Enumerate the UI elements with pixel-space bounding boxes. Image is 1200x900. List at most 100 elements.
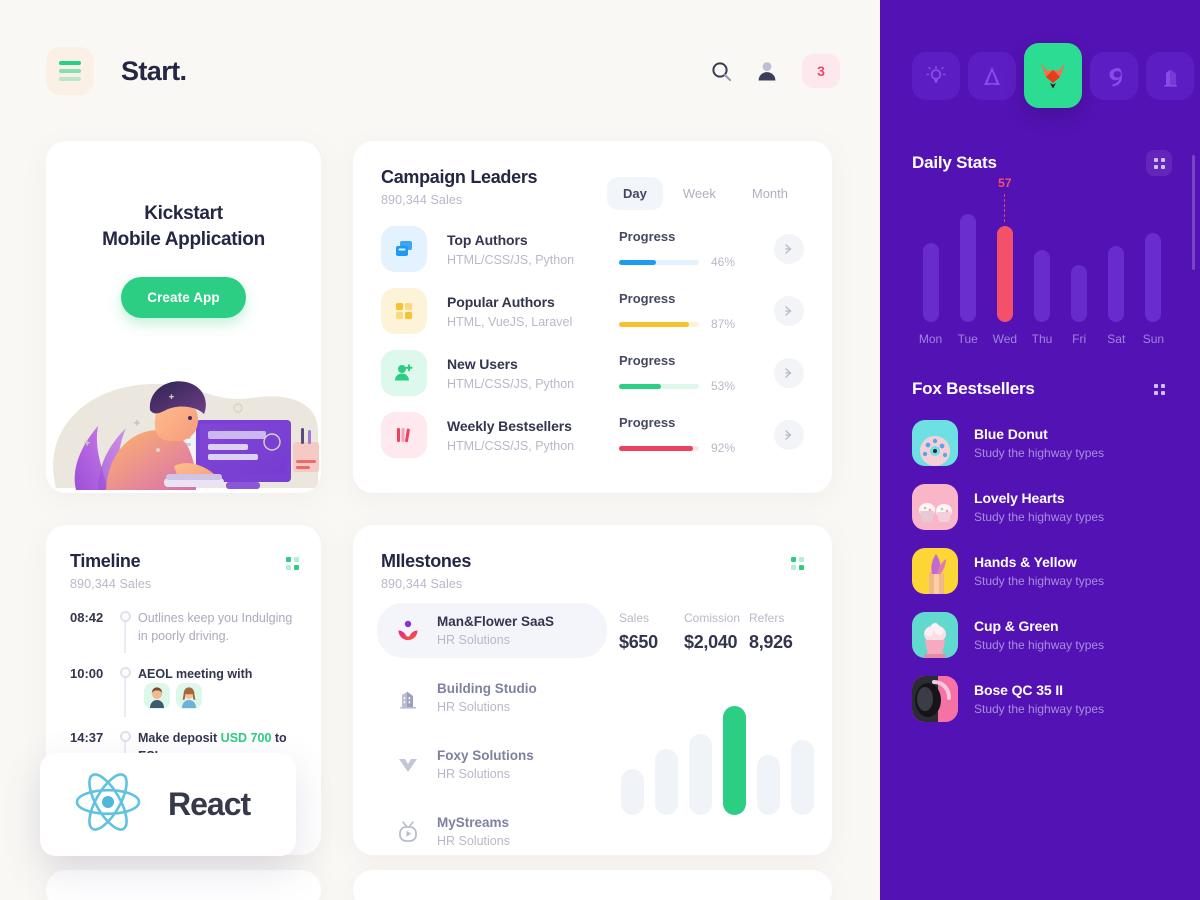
campaign-row-name: Popular Authors — [447, 293, 555, 310]
campaign-row[interactable]: New Users HTML/CSS/JS, Python Progress 5… — [381, 350, 804, 396]
daily-stats-bar[interactable] — [1033, 250, 1050, 322]
react-badge-card[interactable]: React — [40, 753, 296, 856]
daily-stats-bar-column — [912, 192, 949, 322]
arch-logo-icon[interactable] — [968, 52, 1016, 100]
list-item[interactable]: Building Studio HR Solutions — [377, 670, 607, 725]
daily-stats-bar[interactable] — [922, 243, 939, 322]
daily-stats-bar[interactable] — [1071, 265, 1088, 322]
hamburger-menu-icon[interactable] — [46, 47, 94, 95]
bestseller-sub: Study the highway types — [974, 702, 1105, 716]
daily-stats-bar-column — [1098, 192, 1135, 322]
milestone-labels: Foxy Solutions HR Solutions — [437, 748, 534, 781]
nine-spiral-icon[interactable] — [1090, 52, 1138, 100]
milestones-header: MIlestones 890,344 Sales — [377, 551, 804, 591]
chevron-right-icon[interactable] — [774, 296, 804, 326]
campaign-row-progress: Progress 53% — [619, 353, 759, 393]
bestseller-sub: Study the highway types — [974, 638, 1105, 652]
milestones-bar[interactable] — [757, 755, 780, 815]
bestseller-info: Bose QC 35 II Study the highway types — [974, 682, 1104, 716]
milestones-subtitle: 890,344 Sales — [381, 577, 463, 591]
daily-stats-bar[interactable] — [959, 214, 976, 322]
progress-line: 87% — [619, 317, 759, 331]
bestseller-info: Cup & Green Study the highway types — [974, 618, 1104, 652]
list-item[interactable]: Lovely Hearts Study the highway types — [912, 484, 1172, 530]
app-switcher — [912, 43, 1194, 108]
kickstart-title: Kickstart Mobile Application — [46, 141, 321, 253]
timeline-title: Timeline — [70, 551, 141, 571]
campaign-row[interactable]: Weekly Bestsellers HTML/CSS/JS, Python P… — [381, 412, 804, 458]
milestone-name: Building Studio — [437, 681, 537, 696]
list-item[interactable]: 10:00 AEOL meeting with — [70, 665, 299, 729]
chevron-right-icon[interactable] — [774, 420, 804, 450]
milestones-bar[interactable] — [791, 740, 814, 815]
chevron-right-icon[interactable] — [774, 234, 804, 264]
daily-stats-header: Daily Stats — [912, 150, 1172, 176]
progress-percent: 46% — [711, 255, 736, 269]
dots-grid-icon[interactable] — [791, 557, 804, 570]
milestone-labels: MyStreams HR Solutions — [437, 815, 510, 848]
tab-day[interactable]: Day — [607, 177, 663, 210]
daily-stats-bar-column — [1135, 192, 1172, 322]
tab-week[interactable]: Week — [667, 177, 732, 210]
progress-fill — [619, 321, 689, 327]
list-item[interactable]: Bose QC 35 II Study the highway types — [912, 676, 1172, 722]
bestseller-name: Bose QC 35 II — [974, 682, 1063, 698]
list-item[interactable]: Foxy Solutions HR Solutions — [377, 737, 607, 792]
daily-stats-day-label: Sun — [1142, 332, 1165, 346]
list-item[interactable]: Cup & Green Study the highway types — [912, 612, 1172, 658]
daily-stats-day-label: Tue — [957, 332, 978, 346]
progress-label: Progress — [619, 229, 676, 244]
campaign-row-progress: Progress 46% — [619, 229, 759, 269]
tab-month[interactable]: Month — [736, 177, 804, 210]
grid-squares-icon — [381, 288, 427, 334]
campaign-row[interactable]: Top Authors HTML/CSS/JS, Python Progress… — [381, 226, 804, 272]
campaign-row[interactable]: Popular Authors HTML, VueJS, Laravel Pro… — [381, 288, 804, 334]
progress-track — [619, 445, 699, 451]
chevron-right-icon[interactable] — [774, 358, 804, 388]
dots-grid-icon[interactable] — [286, 557, 299, 570]
milestone-labels: Man&Flower SaaS HR Solutions — [437, 614, 554, 647]
milestones-bar[interactable] — [655, 749, 678, 815]
daily-stats-day-label: Fri — [1072, 332, 1087, 346]
bestseller-name: Blue Donut — [974, 426, 1048, 442]
window-stack-icon — [381, 226, 427, 272]
daily-stats-bar[interactable] — [1145, 233, 1162, 322]
dots-grid-icon[interactable] — [1146, 376, 1172, 402]
milestone-name: MyStreams — [437, 815, 510, 830]
daily-stats-bar[interactable] — [1108, 246, 1125, 322]
kickstart-title-line2: Mobile Application — [102, 229, 265, 250]
daily-stats-bars: 57 — [912, 176, 1172, 322]
timeline-amount: USD 700 — [220, 731, 272, 745]
campaign-row-progress: Progress 87% — [619, 291, 759, 331]
timeline-text: Outlines keep you Indulging in poorly dr… — [138, 611, 293, 643]
notification-badge[interactable]: 3 — [802, 54, 840, 88]
daily-stats-bar[interactable] — [996, 226, 1013, 322]
stat-label: Refers — [749, 611, 785, 625]
cupcakes-photo — [912, 484, 958, 530]
stat-label: Comission — [684, 611, 741, 625]
list-item[interactable]: Blue Donut Study the highway types — [912, 420, 1172, 466]
daily-stats-labels: Mon Tue Wed Thu Fri Sat Sun — [912, 332, 1172, 346]
milestones-bar[interactable] — [689, 734, 712, 815]
list-item[interactable]: Hands & Yellow Study the highway types — [912, 548, 1172, 594]
fox-icon[interactable] — [1024, 43, 1082, 108]
lightbulb-icon[interactable] — [912, 52, 960, 100]
progress-fill — [619, 383, 662, 389]
daily-stats-value-label: 57 — [998, 176, 1012, 190]
list-item[interactable]: 08:42 Outlines keep you Indulging in poo… — [70, 609, 299, 665]
milestones-bar[interactable] — [621, 769, 644, 815]
bestseller-info: Lovely Hearts Study the highway types — [974, 490, 1104, 524]
user-avatar-icon[interactable] — [756, 60, 778, 82]
daily-stats-day-label: Thu — [1031, 332, 1053, 346]
building-icon[interactable] — [1146, 52, 1194, 100]
react-atom-icon — [74, 771, 142, 838]
search-icon[interactable] — [711, 61, 732, 82]
list-item[interactable]: Man&Flower SaaS HR Solutions — [377, 603, 607, 658]
sidebar-scrollbar[interactable] — [1192, 155, 1195, 270]
list-item[interactable]: MyStreams HR Solutions — [377, 804, 607, 855]
milestones-bar[interactable] — [723, 706, 746, 815]
campaign-header: Campaign Leaders 890,344 Sales Day Week … — [381, 167, 804, 210]
dots-grid-icon[interactable] — [1146, 150, 1172, 176]
create-app-button[interactable]: Create App — [121, 277, 246, 318]
daily-stats-day-label: Wed — [992, 332, 1018, 346]
